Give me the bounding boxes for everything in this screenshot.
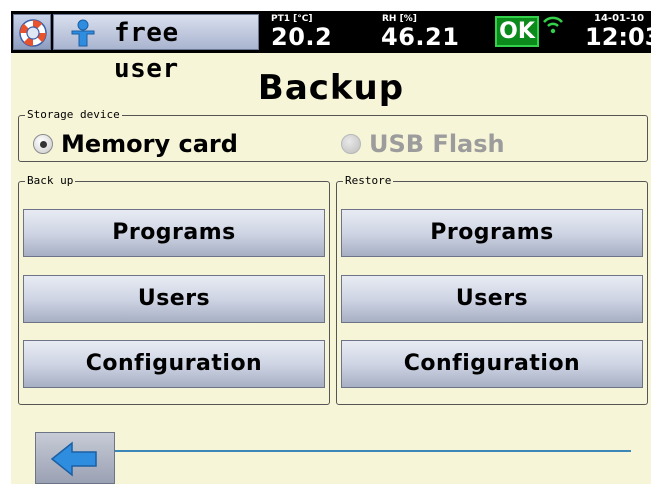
arrow-left-icon [50,441,97,477]
screen: free user PT1 [°C] 20.2 RH [%] 46.21 OK … [11,11,651,484]
person-icon [71,19,95,47]
usb-flash-label: USB Flash [369,130,505,158]
backup-configuration-button[interactable]: Configuration [23,340,325,388]
page-title: Backup [257,68,405,108]
navigation-line [115,450,631,452]
radio-checked-icon [33,134,53,154]
usb-flash-radio[interactable]: USB Flash [341,130,505,158]
backup-programs-button[interactable]: Programs [23,209,325,257]
restore-group-label: Restore [343,174,394,187]
restore-users-button[interactable]: Users [341,275,643,323]
help-button[interactable] [13,14,51,50]
back-button[interactable] [35,432,115,484]
storage-device-group-label: Storage device [25,108,122,121]
radio-disabled-icon [341,134,361,154]
backup-users-button[interactable]: Users [23,275,325,323]
backup-group: Back up Programs Users Configuration [18,174,330,405]
memory-card-radio[interactable]: Memory card [33,130,238,158]
humidity-value: 46.21 [381,23,460,51]
wifi-icon [543,16,563,34]
status-badge: OK [495,16,539,47]
top-status-bar: free user PT1 [°C] 20.2 RH [%] 46.21 OK … [11,11,651,84]
user-button[interactable]: free user [53,14,259,84]
time-display: 12:03 [585,23,651,51]
temperature-value: 20.2 [271,23,333,51]
restore-configuration-button[interactable]: Configuration [341,340,643,388]
backup-group-label: Back up [25,174,76,187]
restore-programs-button[interactable]: Programs [341,209,643,257]
lifebuoy-icon [19,19,47,47]
memory-card-label: Memory card [61,130,238,158]
restore-group: Restore Programs Users Configuration [336,174,648,405]
storage-device-group: Storage device Memory card USB Flash [18,108,648,162]
